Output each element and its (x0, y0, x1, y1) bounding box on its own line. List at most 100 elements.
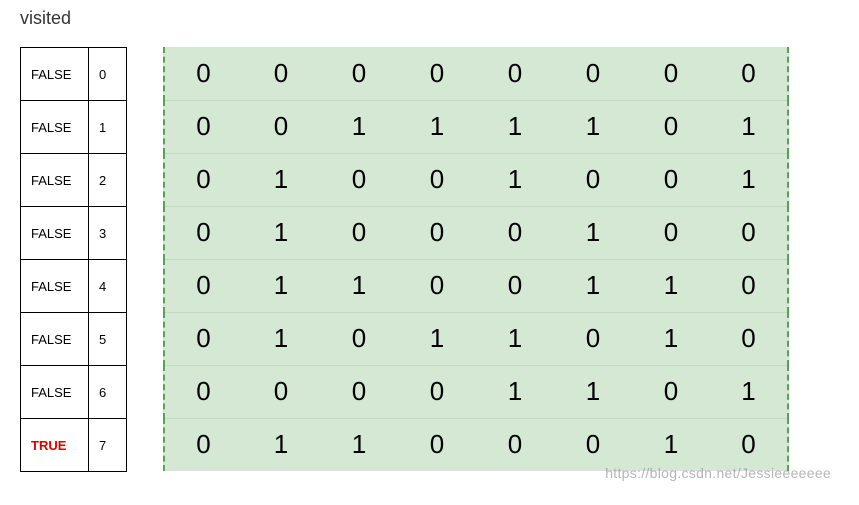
visited-state-cell: FALSE (21, 48, 89, 101)
matrix-cell: 0 (632, 47, 710, 100)
matrix-cell: 0 (398, 206, 476, 259)
matrix-cell: 1 (320, 259, 398, 312)
matrix-cell: 1 (242, 259, 320, 312)
table-row: 01100010 (164, 418, 788, 471)
matrix-cell: 0 (476, 206, 554, 259)
table-row: 01000100 (164, 206, 788, 259)
table-row: 01011010 (164, 312, 788, 365)
table-row: FALSE5 (21, 313, 127, 366)
matrix-cell: 0 (710, 47, 788, 100)
matrix-cell: 0 (242, 100, 320, 153)
matrix-container: 0000000000111101010010010100010001100110… (163, 47, 789, 471)
table-row: 01001001 (164, 153, 788, 206)
matrix-cell: 0 (398, 259, 476, 312)
matrix-cell: 0 (710, 418, 788, 471)
matrix-cell: 0 (476, 259, 554, 312)
matrix-cell: 1 (476, 153, 554, 206)
page-title: visited (20, 8, 839, 29)
visited-state-cell: TRUE (21, 419, 89, 472)
visited-index-cell: 7 (89, 419, 127, 472)
watermark-text: https://blog.csdn.net/Jessieeeeeee (605, 465, 831, 481)
table-row: 00001101 (164, 365, 788, 418)
matrix-cell: 0 (164, 259, 242, 312)
matrix-cell: 1 (710, 153, 788, 206)
visited-state-cell: FALSE (21, 207, 89, 260)
matrix-cell: 0 (554, 418, 632, 471)
matrix-cell: 0 (398, 153, 476, 206)
table-row: FALSE2 (21, 154, 127, 207)
visited-index-cell: 0 (89, 48, 127, 101)
matrix-cell: 1 (320, 418, 398, 471)
matrix-cell: 1 (710, 365, 788, 418)
matrix-cell: 0 (320, 365, 398, 418)
matrix-cell: 0 (164, 206, 242, 259)
adjacency-matrix: 0000000000111101010010010100010001100110… (163, 47, 789, 471)
matrix-cell: 0 (398, 365, 476, 418)
matrix-cell: 0 (398, 47, 476, 100)
table-row: FALSE4 (21, 260, 127, 313)
matrix-cell: 0 (554, 153, 632, 206)
visited-index-cell: 3 (89, 207, 127, 260)
table-row: 01100110 (164, 259, 788, 312)
matrix-cell: 0 (476, 47, 554, 100)
matrix-cell: 0 (164, 365, 242, 418)
matrix-cell: 1 (554, 365, 632, 418)
table-row: FALSE6 (21, 366, 127, 419)
matrix-cell: 1 (242, 418, 320, 471)
matrix-cell: 0 (164, 312, 242, 365)
matrix-cell: 1 (242, 312, 320, 365)
matrix-cell: 0 (242, 47, 320, 100)
matrix-cell: 0 (710, 206, 788, 259)
matrix-cell: 0 (164, 153, 242, 206)
matrix-cell: 1 (398, 100, 476, 153)
main-container: FALSE0FALSE1FALSE2FALSE3FALSE4FALSE5FALS… (20, 39, 839, 472)
matrix-cell: 0 (554, 312, 632, 365)
matrix-cell: 1 (476, 312, 554, 365)
matrix-cell: 0 (320, 206, 398, 259)
visited-state-cell: FALSE (21, 366, 89, 419)
matrix-cell: 1 (710, 100, 788, 153)
table-row: FALSE1 (21, 101, 127, 154)
matrix-cell: 0 (320, 312, 398, 365)
visited-index-cell: 6 (89, 366, 127, 419)
matrix-cell: 0 (632, 206, 710, 259)
table-row: FALSE3 (21, 207, 127, 260)
visited-table: FALSE0FALSE1FALSE2FALSE3FALSE4FALSE5FALS… (20, 47, 127, 472)
matrix-cell: 0 (164, 47, 242, 100)
visited-state-cell: FALSE (21, 313, 89, 366)
matrix-cell: 1 (554, 100, 632, 153)
matrix-cell: 1 (554, 259, 632, 312)
matrix-cell: 1 (242, 153, 320, 206)
matrix-cell: 0 (554, 47, 632, 100)
visited-state-cell: FALSE (21, 154, 89, 207)
matrix-cell: 0 (632, 153, 710, 206)
matrix-cell: 1 (632, 312, 710, 365)
matrix-cell: 1 (632, 418, 710, 471)
matrix-cell: 1 (476, 365, 554, 418)
matrix-cell: 1 (632, 259, 710, 312)
visited-index-cell: 4 (89, 260, 127, 313)
matrix-cell: 0 (398, 418, 476, 471)
visited-index-cell: 2 (89, 154, 127, 207)
matrix-cell: 0 (476, 418, 554, 471)
matrix-cell: 1 (554, 206, 632, 259)
matrix-cell: 0 (320, 47, 398, 100)
matrix-cell: 0 (242, 365, 320, 418)
matrix-cell: 0 (632, 100, 710, 153)
matrix-cell: 1 (320, 100, 398, 153)
table-row: FALSE0 (21, 48, 127, 101)
matrix-cell: 0 (710, 259, 788, 312)
table-row: 00000000 (164, 47, 788, 100)
visited-index-cell: 1 (89, 101, 127, 154)
table-row: 00111101 (164, 100, 788, 153)
matrix-cell: 1 (476, 100, 554, 153)
matrix-cell: 0 (320, 153, 398, 206)
visited-state-cell: FALSE (21, 101, 89, 154)
matrix-cell: 1 (242, 206, 320, 259)
matrix-cell: 0 (632, 365, 710, 418)
matrix-cell: 1 (398, 312, 476, 365)
matrix-cell: 0 (164, 100, 242, 153)
visited-index-cell: 5 (89, 313, 127, 366)
table-row: TRUE7 (21, 419, 127, 472)
matrix-cell: 0 (164, 418, 242, 471)
